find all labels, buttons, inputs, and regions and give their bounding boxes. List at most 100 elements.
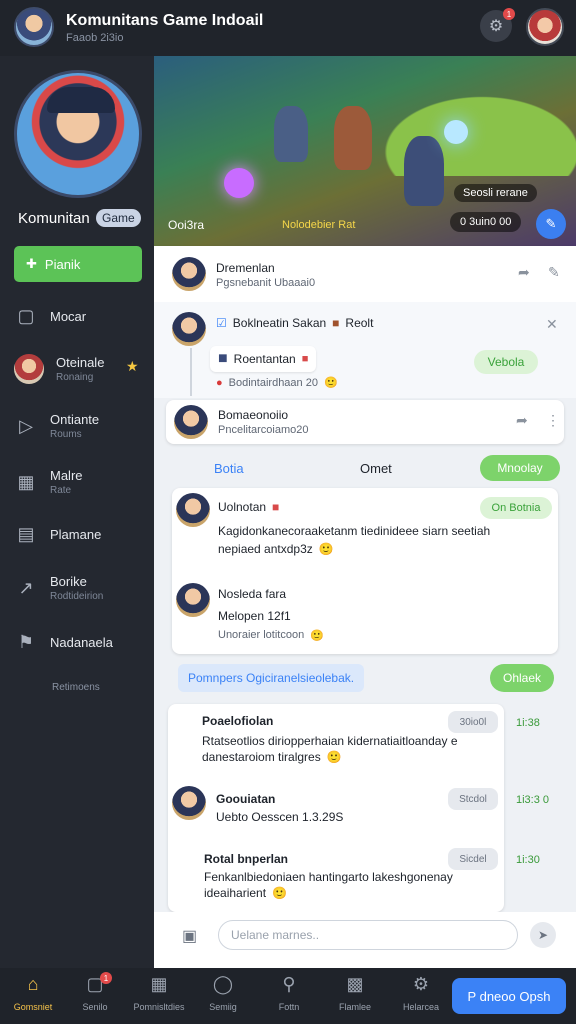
emoji-icon: 🙂	[326, 750, 342, 764]
cta-button[interactable]: P dneoo Opsh	[452, 978, 566, 1014]
share-icon[interactable]: ➦	[518, 264, 530, 281]
nav-senilo[interactable]: ▢ 1 Senilo	[64, 972, 126, 1012]
banner-stat: Seosli rerane	[454, 184, 537, 202]
notification-badge: 1	[503, 8, 515, 20]
board-icon: ▤	[17, 523, 35, 544]
message-text: Fenkanlbiedoniaen hantingarto lakeshgone…	[204, 870, 453, 884]
plus-icon: ✚	[26, 256, 37, 271]
join-button-label: Pianik	[44, 256, 81, 272]
status-pill[interactable]: On Botnia	[480, 497, 552, 519]
sidebar-item-borike[interactable]: ↗ Borike Rodtideirion	[14, 574, 144, 602]
reply-meta: Bodintairdhaan 20	[228, 376, 318, 389]
sidebar-item-label: Nadanaela	[50, 634, 113, 650]
message-input[interactable]: Uelane marnes..	[218, 920, 518, 950]
star-icon: ★	[126, 358, 139, 374]
search-icon: ⚲	[282, 974, 296, 994]
banner-count: 0 3uin0 00	[450, 212, 522, 232]
tab-botia[interactable]: Botia	[214, 461, 244, 476]
post-card[interactable]: ☑ Boklneatin Sakan ■ Reolt ✕ ■ Roentanta…	[154, 302, 576, 398]
sidebar-item-nadanaela[interactable]: ⚑ Nadanaela	[14, 630, 144, 654]
thread-card: Uolnotan ■ On Botnia Kagidonkanecoraaket…	[172, 488, 558, 654]
comment-icon: ◯	[212, 974, 234, 994]
sidebar-item-oteinale[interactable]: Oteinale Ronaing	[14, 354, 144, 384]
tab-omet[interactable]: Omet	[360, 461, 392, 476]
message-text: Uebto Oesscen 1.3.29S	[216, 810, 344, 824]
join-button[interactable]: ✚ Pianik	[14, 246, 142, 282]
more-icon[interactable]: ⋮	[546, 412, 560, 429]
post-author: Bomaeonoiio	[218, 408, 289, 422]
message-author: Rotal bnperlan	[204, 852, 289, 866]
main-panel: Ooi3ra Nolodebier Rat Seosli rerane 0 3u…	[154, 56, 576, 968]
camera-icon[interactable]: ▣	[182, 926, 200, 945]
message-author: Nosleda fara	[218, 587, 287, 601]
flag-icon: ⚑	[17, 631, 35, 652]
sidebar-item-label: Malre	[50, 468, 83, 483]
send-icon[interactable]: ➤	[530, 922, 556, 948]
share-icon[interactable]: ➦	[516, 412, 528, 429]
nav-semiig[interactable]: ◯ Semiig	[192, 974, 254, 1012]
reply-name: Roentantan	[233, 352, 296, 366]
user-avatar[interactable]	[526, 8, 564, 46]
info-banner-button[interactable]: Ohlaek	[490, 664, 554, 692]
nav-label: Pomnisltdies	[133, 1002, 185, 1012]
game-banner[interactable]: Ooi3ra Nolodebier Rat Seosli rerane 0 3u…	[154, 56, 576, 246]
emoji-icon: 🙂	[272, 886, 287, 900]
sidebar-item-sub: Rate	[50, 485, 72, 496]
message-time: 1i:30	[516, 854, 540, 866]
close-icon[interactable]: ✕	[546, 316, 558, 333]
community-avatar[interactable]	[14, 7, 54, 47]
sidebar-footer: Retimoens	[52, 682, 100, 693]
reply-chip[interactable]: ■ Roentantan ■	[210, 346, 317, 372]
messages-card: Poaelofiolan 30io0l Rtatseotlios diriopp…	[168, 704, 504, 912]
banner-share-button[interactable]: ✎	[536, 209, 566, 239]
post-card[interactable]: Bomaeonoiio Pncelitarcoiamo20 ➦ ⋮	[166, 400, 564, 444]
tag-icon: ■	[272, 500, 280, 514]
megaphone-icon: ▷	[19, 415, 33, 436]
message-time: 1i:38	[516, 717, 540, 729]
nav-label: Fottn	[278, 1002, 300, 1012]
post-card[interactable]: Dremenlan Pgsnebanit Ubaaai0 ➦ ✎	[154, 246, 576, 302]
sidebar-item-malre[interactable]: ▦ Malre Rate	[14, 468, 144, 496]
edit-icon[interactable]: ✎	[548, 264, 560, 281]
avatar	[172, 257, 206, 291]
nav-label: Gomsniet	[13, 1002, 53, 1012]
profile-tag: Game	[96, 209, 141, 227]
nav-home[interactable]: ⌂ Gomsniet	[2, 974, 64, 1012]
info-banner[interactable]: Pomnpers Ogiciranelsieolebak.	[178, 664, 365, 692]
sidebar-item-plamane[interactable]: ▤ Plamane	[14, 522, 144, 546]
sidebar-item-sub: Roums	[50, 429, 82, 440]
app-subtitle: Faaob 2i3io	[66, 32, 124, 44]
member-avatar	[14, 354, 44, 384]
message-chip: Sicdel	[448, 848, 498, 870]
nav-label: Senilo	[82, 1002, 108, 1012]
status-pill[interactable]: Vebola	[474, 350, 538, 374]
nav-helarcea[interactable]: ⚙ Helarcea	[390, 974, 452, 1012]
tab-mnoolay[interactable]: Mnoolay	[480, 455, 560, 481]
message-author: Goouiatan	[216, 792, 276, 806]
nav-flamlee[interactable]: ▩ Flamlee	[324, 974, 386, 1012]
message-text-line2: ideaiharient	[204, 886, 267, 900]
post-extra: Reolt	[345, 316, 374, 330]
sidebar: Komunitan Game ✚ Pianik ▢ Mocar Oteinale…	[0, 56, 154, 968]
nav-label: Flamlee	[338, 1002, 371, 1012]
sidebar-item-label: Ontiante	[50, 412, 100, 427]
sidebar-item-label: Plamane	[50, 526, 102, 542]
avatar	[172, 312, 206, 346]
nav-fottn[interactable]: ⚲ Fottn	[258, 974, 320, 1012]
profile-picture[interactable]	[14, 70, 142, 198]
message-chip: 30io0l	[448, 711, 498, 733]
grid-icon: ▩	[346, 974, 364, 994]
message-text-line2: nepiaed antxdp3z	[218, 542, 313, 556]
home-icon: ⌂	[27, 974, 39, 994]
sidebar-item-ontiante[interactable]: ▷ Ontiante Roums	[14, 412, 144, 440]
avatar	[176, 583, 210, 617]
message-author: Poaelofiolan	[202, 714, 274, 728]
banner-tag: Nolodebier Rat	[282, 219, 356, 231]
nav-pomnisltdies[interactable]: ▦ Pomnisltdies	[128, 974, 190, 1012]
sidebar-item-label: Mocar	[50, 308, 87, 324]
alert-icon: ●	[216, 376, 223, 389]
message-author: Uolnotan	[218, 500, 267, 514]
message-meta: Unoraier lotitcoon	[218, 629, 305, 641]
avatar	[176, 493, 210, 527]
sidebar-item-mocar[interactable]: ▢ Mocar	[14, 304, 144, 328]
